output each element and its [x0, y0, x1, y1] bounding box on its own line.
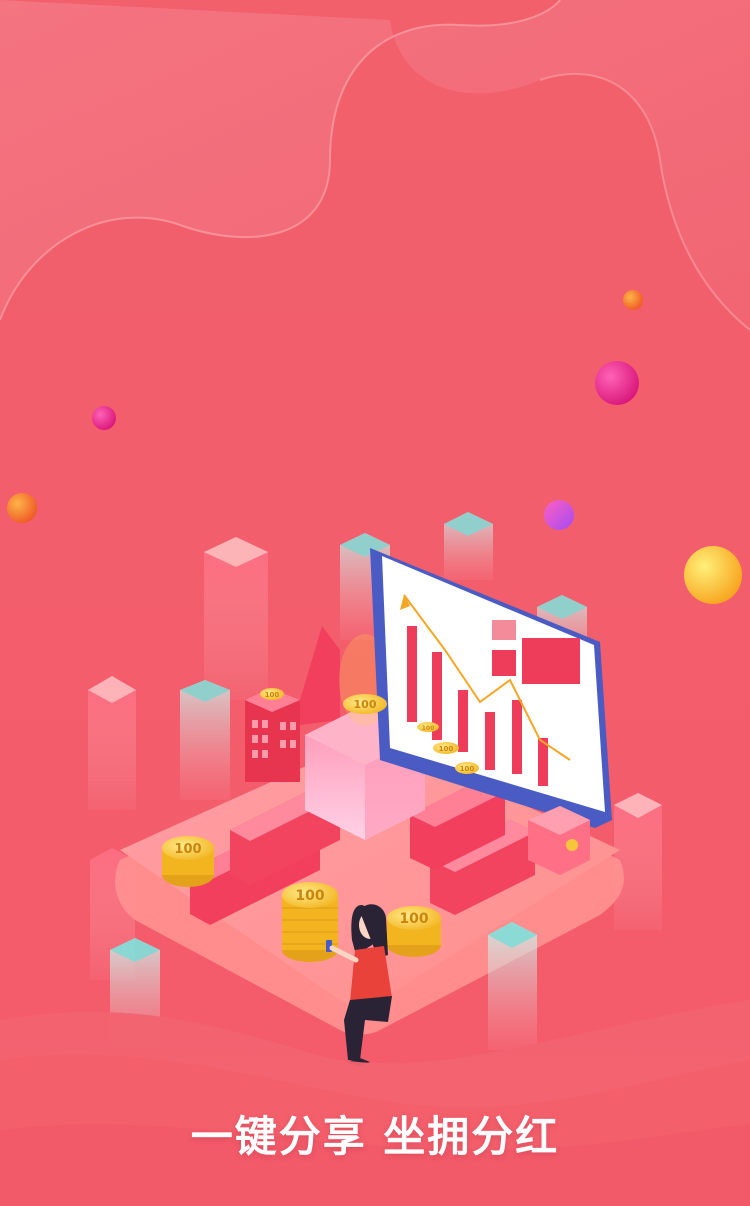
svg-text:100: 100 — [174, 842, 201, 857]
slogan-text: 一键分享 坐拥分红 — [190, 1112, 560, 1161]
background-illustration: 100 100 100 100 100 100 100 100 — [0, 0, 750, 1206]
svg-text:100: 100 — [399, 911, 428, 927]
svg-text:100: 100 — [354, 698, 377, 711]
svg-text:100: 100 — [265, 691, 280, 699]
svg-text:100: 100 — [295, 888, 324, 904]
svg-text:100: 100 — [422, 725, 435, 732]
promo-page: 100 100 100 100 100 100 100 100 一键分享 坐拥分… — [0, 0, 750, 1206]
svg-text:100: 100 — [460, 765, 475, 773]
svg-text:100: 100 — [439, 745, 454, 753]
